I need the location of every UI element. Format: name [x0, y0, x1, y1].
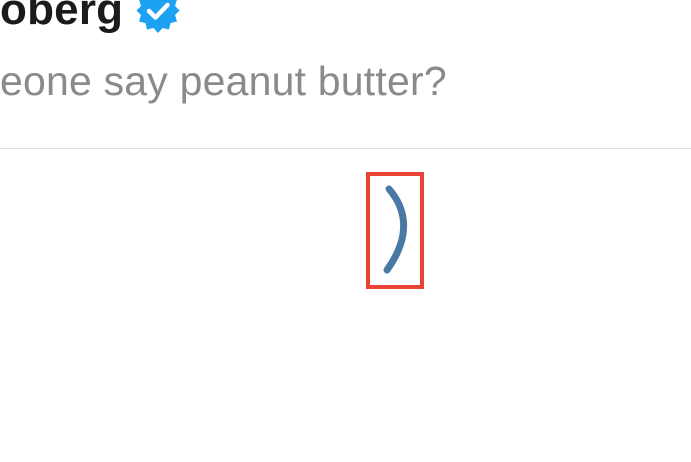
divider — [0, 148, 691, 149]
highlight-box — [366, 172, 424, 289]
post-body-text: eone say peanut butter? — [0, 58, 447, 104]
author-name[interactable]: oberg — [0, 0, 123, 35]
post-author-row: oberg — [0, 0, 181, 38]
verified-badge-icon — [135, 0, 181, 34]
close-parenthesis-icon[interactable] — [370, 176, 420, 285]
screen: oberg eone say peanut butter? — [0, 0, 691, 462]
